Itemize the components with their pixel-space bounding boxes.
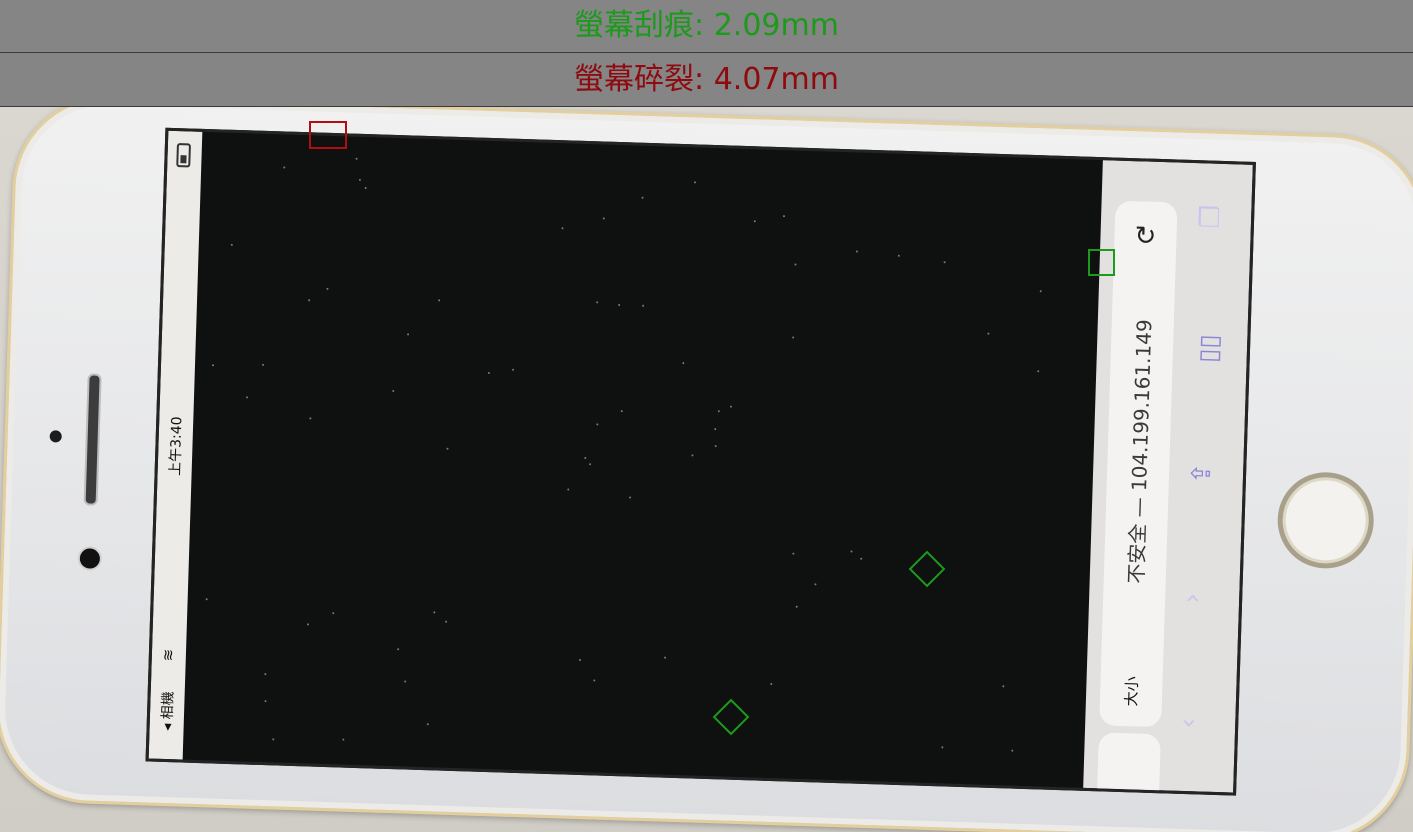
bookmarks-icon: ▯▯ <box>1193 333 1225 364</box>
dust-speck <box>407 333 410 336</box>
dust-speck <box>358 178 361 181</box>
dust-speck <box>205 598 209 601</box>
dust-speck <box>628 496 631 499</box>
dust-speck <box>794 263 797 266</box>
dust-speck <box>814 582 817 586</box>
dust-speck <box>246 396 249 399</box>
dust-speck <box>782 215 785 218</box>
dust-speck <box>943 261 946 264</box>
dust-speck <box>283 166 286 169</box>
dust-speck <box>392 390 395 393</box>
dust-speck <box>602 217 605 220</box>
sensor-dot <box>49 430 62 443</box>
dust-speck <box>987 332 990 335</box>
dust-speck <box>308 299 311 302</box>
dust-speck <box>717 410 720 413</box>
dust-speck <box>331 612 334 615</box>
dust-speck <box>791 336 794 339</box>
dust-speck <box>433 611 436 614</box>
dust-speck <box>364 186 367 189</box>
dust-speck <box>682 361 685 365</box>
dust-speck <box>355 157 358 160</box>
dust-speck <box>770 683 773 686</box>
dust-speck <box>617 304 620 307</box>
dust-speck <box>941 746 944 749</box>
dust-speck <box>795 605 798 608</box>
dust-speck <box>856 250 859 253</box>
crack-banner: 螢幕碎裂: 4.07mm <box>0 53 1413 107</box>
dust-speck <box>593 679 596 682</box>
dust-speck <box>792 552 795 555</box>
phone-body: 上午3:40 ≋ ◂ 相機 ❐ ↻ 不安全 — 104.199.161.149 … <box>0 107 1413 832</box>
status-bar: 上午3:40 ≋ ◂ 相機 <box>148 130 203 760</box>
dust-speck <box>690 454 693 457</box>
battery-icon <box>176 143 191 168</box>
dust-speck <box>264 700 267 703</box>
url-text: 不安全 — 104.199.161.149 <box>1124 318 1157 585</box>
dust-speck <box>1040 289 1043 292</box>
dust-speck <box>306 623 309 626</box>
dust-speck <box>445 620 448 623</box>
dust-speck <box>487 371 490 374</box>
address-bar: ↻ 不安全 — 104.199.161.149 大小 <box>1099 200 1178 728</box>
earpiece-speaker <box>83 373 102 506</box>
dust-speck <box>326 287 329 290</box>
photo-scene: 上午3:40 ≋ ◂ 相機 ❐ ↻ 不安全 — 104.199.161.149 … <box>0 107 1413 832</box>
dust-speck <box>437 298 440 302</box>
dust-speck <box>850 550 853 553</box>
dust-speck <box>595 301 598 304</box>
tabs-icon: ❐ <box>1195 204 1227 229</box>
status-time: 上午3:40 <box>167 416 186 477</box>
dust-speck <box>212 364 215 367</box>
dust-speck <box>1011 749 1014 752</box>
dust-speck <box>584 456 587 459</box>
reload-icon: ↻ <box>1134 221 1157 252</box>
dust-speck <box>588 462 591 465</box>
dust-speck <box>272 738 275 741</box>
dust-speck <box>426 723 429 726</box>
dust-speck <box>261 363 264 366</box>
crack-marker <box>309 121 347 149</box>
home-button <box>1276 470 1376 570</box>
front-camera <box>77 546 103 571</box>
dust-speck <box>694 181 697 184</box>
dust-speck <box>1037 369 1040 372</box>
dust-speck <box>230 243 234 246</box>
dust-speck <box>860 557 863 560</box>
dust-speck <box>578 658 581 661</box>
dust-speck <box>403 680 406 683</box>
status-back-label: ◂ 相機 <box>159 691 177 732</box>
reader-size-button: 大小 <box>1122 676 1142 707</box>
dust-speck <box>397 648 400 651</box>
crack-measurement: 螢幕碎裂: 4.07mm <box>574 61 839 97</box>
dust-speck <box>561 227 564 230</box>
dust-speck <box>342 738 345 741</box>
wifi-icon: ≋ <box>158 648 178 662</box>
dust-speck <box>714 444 717 447</box>
dust-speck <box>641 196 644 199</box>
dust-speck <box>566 488 570 491</box>
phone-screen: 上午3:40 ≋ ◂ 相機 ❐ ↻ 不安全 — 104.199.161.149 … <box>145 127 1256 796</box>
scratch-marker-1 <box>1088 249 1115 276</box>
dust-speck <box>713 428 716 431</box>
dust-speck <box>446 447 449 450</box>
scratch-banner: 螢幕刮痕: 2.09mm <box>0 0 1413 53</box>
back-icon: ‹ <box>1173 717 1204 729</box>
dust-speck <box>264 672 267 675</box>
dust-speck <box>729 405 732 408</box>
dust-speck <box>897 254 900 257</box>
dust-speck <box>664 656 667 659</box>
forward-icon: › <box>1177 592 1208 604</box>
share-icon: ⇪ <box>1186 462 1218 485</box>
dust-speck <box>511 368 515 371</box>
dust-speck <box>753 220 756 223</box>
dust-speck <box>309 417 312 420</box>
dust-speck <box>620 409 623 412</box>
dust-speck <box>596 423 599 426</box>
dust-speck <box>1002 684 1005 687</box>
scratch-measurement: 螢幕刮痕: 2.09mm <box>574 8 839 43</box>
dust-speck <box>641 304 644 307</box>
tab-pill <box>1097 732 1161 795</box>
